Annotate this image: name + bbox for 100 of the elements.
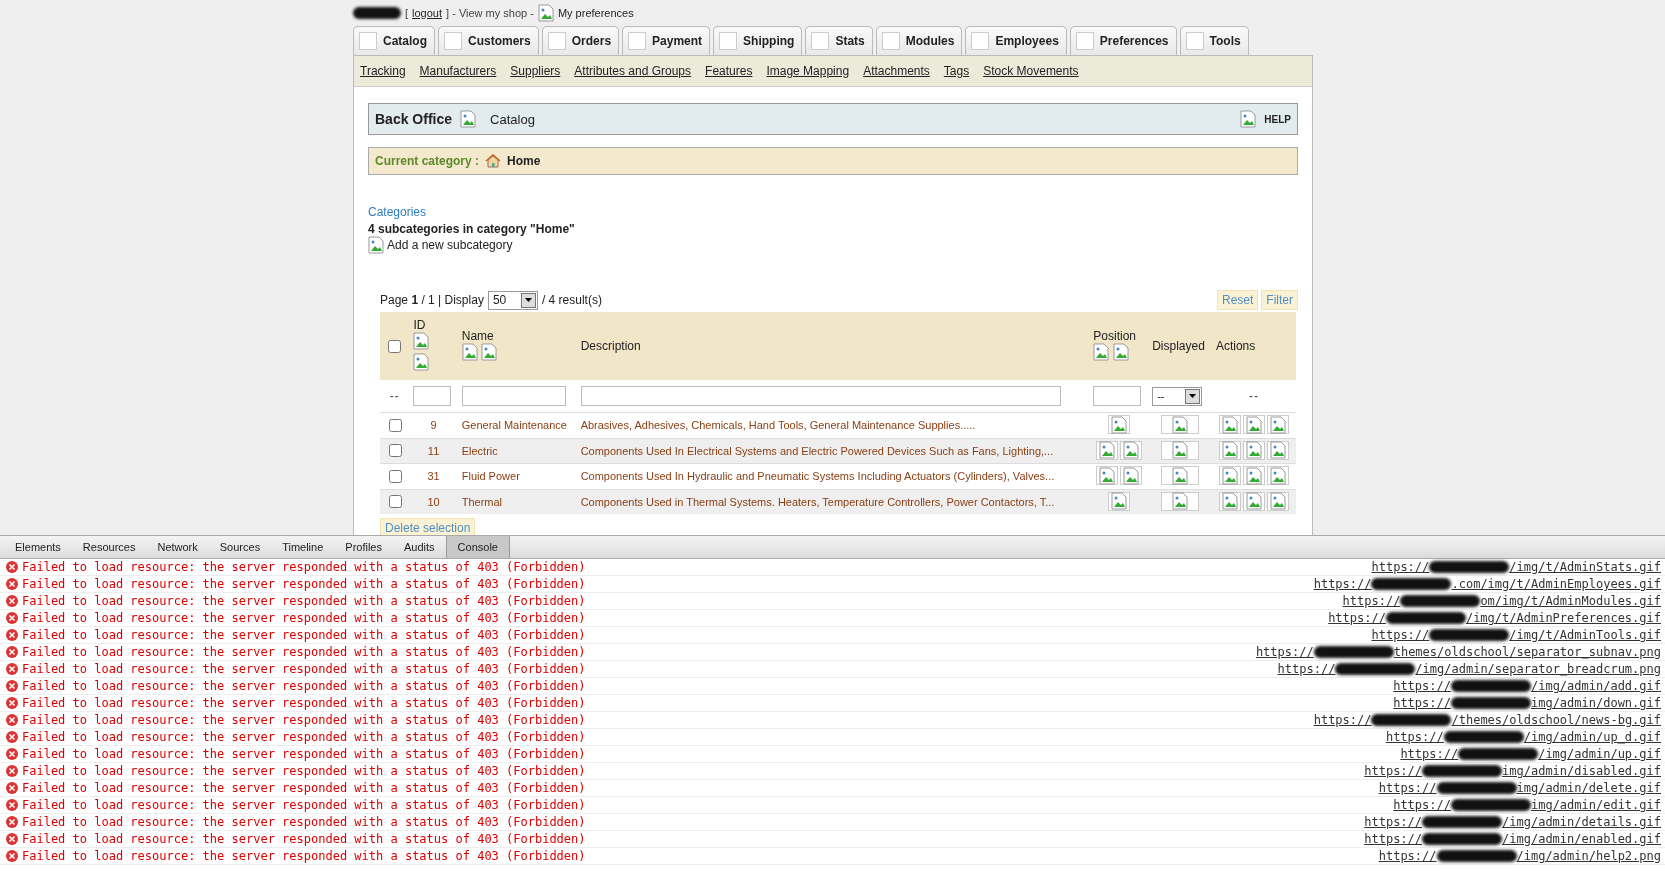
logout-link[interactable]: logout bbox=[412, 6, 443, 19]
action-button[interactable] bbox=[1242, 466, 1265, 485]
console-error-message: Failed to load resource: the server responded with a status of 403 (Forbidden) bbox=[22, 730, 587, 744]
resource-url-link[interactable]: https:// /img/t/AdminStats.gif bbox=[1371, 560, 1661, 574]
resource-url-link[interactable]: https:// /img/admin/help2.png bbox=[1378, 849, 1661, 863]
resource-url-link[interactable]: https:// /img/admin/up.gif bbox=[1400, 747, 1661, 761]
action-button[interactable] bbox=[1266, 491, 1289, 511]
resource-url-link[interactable]: https:// img/admin/edit.gif bbox=[1393, 798, 1661, 812]
resource-url-link[interactable]: https:// .com/img/t/AdminEmployees.gif bbox=[1313, 577, 1661, 591]
devtools-tab[interactable]: Sources bbox=[208, 536, 272, 558]
devtools-tab[interactable]: Audits bbox=[393, 536, 446, 558]
devtools-tab[interactable]: Elements bbox=[4, 536, 72, 558]
breadcrumb-link[interactable]: Home bbox=[507, 154, 541, 168]
displayed-filter-select[interactable]: -- bbox=[1152, 386, 1203, 406]
resource-url-link[interactable]: https:// /img/t/AdminTools.gif bbox=[1371, 628, 1661, 642]
position-button[interactable] bbox=[1107, 415, 1130, 434]
row-checkbox[interactable] bbox=[388, 469, 402, 483]
subnav-link[interactable]: Manufacturers bbox=[419, 64, 497, 78]
resource-url-link[interactable]: https:// /img/admin/add.gif bbox=[1393, 679, 1661, 693]
toggle-displayed-button[interactable] bbox=[1161, 440, 1199, 460]
resource-url-link[interactable]: https:// /img/t/AdminPreferences.gif bbox=[1328, 611, 1661, 625]
menu-tab[interactable]: Catalog bbox=[353, 26, 435, 55]
error-icon bbox=[6, 697, 18, 709]
add-subcategory-link[interactable]: Add a new subcategory bbox=[387, 238, 513, 252]
action-button[interactable] bbox=[1266, 440, 1289, 460]
menu-tab[interactable]: Customers bbox=[438, 26, 539, 55]
position-button[interactable] bbox=[1095, 466, 1118, 485]
position-button[interactable] bbox=[1119, 440, 1142, 460]
subnav-link[interactable]: Image Mapping bbox=[766, 64, 850, 78]
resource-url-link[interactable]: https:// /img/admin/details.gif bbox=[1364, 815, 1661, 829]
subnav-link[interactable]: Attachments bbox=[863, 64, 930, 78]
resource-url-link[interactable]: https:// img/admin/delete.gif bbox=[1378, 781, 1661, 795]
error-icon bbox=[6, 782, 18, 794]
resource-url-link[interactable]: https:// img/admin/disabled.gif bbox=[1364, 764, 1661, 778]
devtools-tab[interactable]: Timeline bbox=[271, 536, 335, 558]
subnav-link[interactable]: Stock Movements bbox=[983, 64, 1079, 78]
action-button[interactable] bbox=[1242, 440, 1265, 460]
broken-image-icon bbox=[1098, 441, 1115, 459]
subnav-link[interactable]: Suppliers bbox=[510, 64, 561, 78]
table-cell: 11 bbox=[409, 438, 458, 464]
row-checkbox[interactable] bbox=[388, 495, 402, 509]
broken-image-icon bbox=[1112, 342, 1129, 361]
tab-icon bbox=[1185, 32, 1204, 50]
row-checkbox[interactable] bbox=[388, 444, 402, 458]
menu-tab[interactable]: Stats bbox=[805, 26, 873, 55]
subnav-link[interactable]: Attributes and Groups bbox=[574, 64, 692, 78]
action-button[interactable] bbox=[1218, 466, 1241, 485]
console-error-message: Failed to load resource: the server responded with a status of 403 (Forbidden) bbox=[22, 679, 587, 693]
toggle-displayed-button[interactable] bbox=[1161, 415, 1199, 434]
menu-tab[interactable]: Shipping bbox=[713, 26, 803, 55]
action-button[interactable] bbox=[1218, 415, 1241, 434]
tab-icon bbox=[881, 32, 900, 50]
devtools-tab[interactable]: Console bbox=[445, 536, 510, 558]
subnav-link[interactable]: Features bbox=[705, 64, 753, 78]
resource-url-link[interactable]: https:// /img/admin/enabled.gif bbox=[1364, 832, 1661, 846]
resource-url-link[interactable]: https:// themes/oldschool/separator_subnav.png bbox=[1255, 645, 1661, 659]
id-filter-field[interactable] bbox=[413, 386, 452, 406]
menu-tab[interactable]: Orders bbox=[541, 26, 620, 55]
devtools-tab[interactable]: Network bbox=[146, 536, 209, 558]
preferences-link[interactable]: My preferences bbox=[557, 6, 634, 19]
console-error-message: Failed to load resource: the server responded with a status of 403 (Forbidden) bbox=[22, 781, 587, 795]
resource-url-link[interactable]: https:// img/admin/down.gif bbox=[1393, 696, 1661, 710]
resource-url-link[interactable]: https:// om/img/t/AdminModules.gif bbox=[1342, 594, 1661, 608]
tab-icon bbox=[444, 32, 462, 50]
subnav-link[interactable]: Tracking bbox=[360, 64, 406, 78]
action-button[interactable] bbox=[1266, 415, 1289, 434]
action-button[interactable] bbox=[1242, 415, 1265, 434]
display-select[interactable]: 50 bbox=[487, 290, 538, 310]
menu-tab[interactable]: Preferences bbox=[1069, 26, 1177, 55]
error-icon bbox=[6, 663, 18, 675]
error-icon bbox=[6, 714, 18, 726]
subnav-link[interactable]: Tags bbox=[943, 64, 970, 78]
menu-tab[interactable]: Tools bbox=[1179, 26, 1249, 55]
position-filter-field[interactable] bbox=[1093, 386, 1142, 406]
action-button[interactable] bbox=[1218, 491, 1241, 511]
menu-tab[interactable]: Modules bbox=[875, 26, 963, 55]
position-button[interactable] bbox=[1095, 440, 1118, 460]
position-button[interactable] bbox=[1119, 466, 1142, 485]
action-button[interactable] bbox=[1218, 440, 1241, 460]
error-icon bbox=[6, 612, 18, 624]
action-button[interactable] bbox=[1266, 466, 1289, 485]
description-filter-field[interactable] bbox=[580, 386, 1061, 406]
devtools-tab[interactable]: Resources bbox=[71, 536, 147, 558]
devtools-tab[interactable]: Profiles bbox=[334, 536, 393, 558]
resource-url-link[interactable]: https:// /img/admin/up_d.gif bbox=[1385, 730, 1661, 744]
tab-icon bbox=[359, 32, 377, 50]
menu-tab[interactable]: Employees bbox=[965, 26, 1067, 55]
help-link[interactable]: HELP bbox=[1264, 113, 1291, 125]
resource-url-link[interactable]: https:// /img/admin/separator_breadcrum.png bbox=[1277, 662, 1661, 676]
row-checkbox[interactable] bbox=[388, 418, 402, 432]
toggle-displayed-button[interactable] bbox=[1161, 466, 1199, 485]
menu-tab[interactable]: Payment bbox=[622, 26, 711, 55]
position-button[interactable] bbox=[1107, 491, 1130, 511]
broken-image-icon bbox=[1245, 441, 1262, 459]
toggle-displayed-button[interactable] bbox=[1161, 491, 1199, 511]
broken-image-icon bbox=[1240, 110, 1257, 128]
select-all-checkbox[interactable] bbox=[388, 339, 401, 353]
name-filter-field[interactable] bbox=[461, 386, 566, 406]
action-button[interactable] bbox=[1242, 491, 1265, 511]
resource-url-link[interactable]: https:// /themes/oldschool/news-bg.gif bbox=[1313, 713, 1661, 727]
